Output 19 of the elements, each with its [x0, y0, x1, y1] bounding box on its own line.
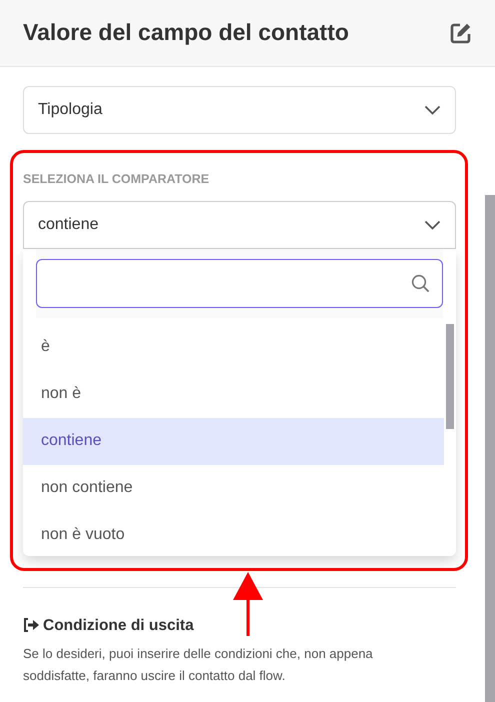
dropdown-option[interactable]: non è	[23, 370, 444, 418]
search-field[interactable]	[36, 258, 443, 308]
exit-icon	[23, 618, 40, 632]
scrollbar[interactable]	[485, 195, 495, 702]
annotation-arrow	[232, 570, 264, 636]
edit-icon[interactable]	[450, 22, 472, 44]
dropdown-option[interactable]: non è vuoto	[23, 512, 444, 559]
dropdown-option[interactable]: contiene	[23, 418, 444, 465]
section-description: Se lo desideri, puoi inserire delle condizioni che, non appena soddisfatte, faranno uscire il contatto dal flow.	[23, 645, 374, 685]
comparator-select[interactable]: contiene	[23, 200, 456, 249]
search-icon	[411, 274, 430, 293]
field-label: SELEZIONA IL COMPARATORE	[23, 171, 210, 188]
section-title: Condizione di uscita	[43, 616, 194, 636]
dropdown-option[interactable]: è	[23, 324, 444, 371]
field-select[interactable]: Tipologia	[23, 86, 456, 134]
chevron-down-icon	[424, 220, 441, 230]
dropdown-option[interactable]: non contiene	[23, 464, 444, 512]
panel-title: Valore del campo del contatto	[23, 19, 349, 47]
chevron-down-icon	[424, 105, 441, 115]
